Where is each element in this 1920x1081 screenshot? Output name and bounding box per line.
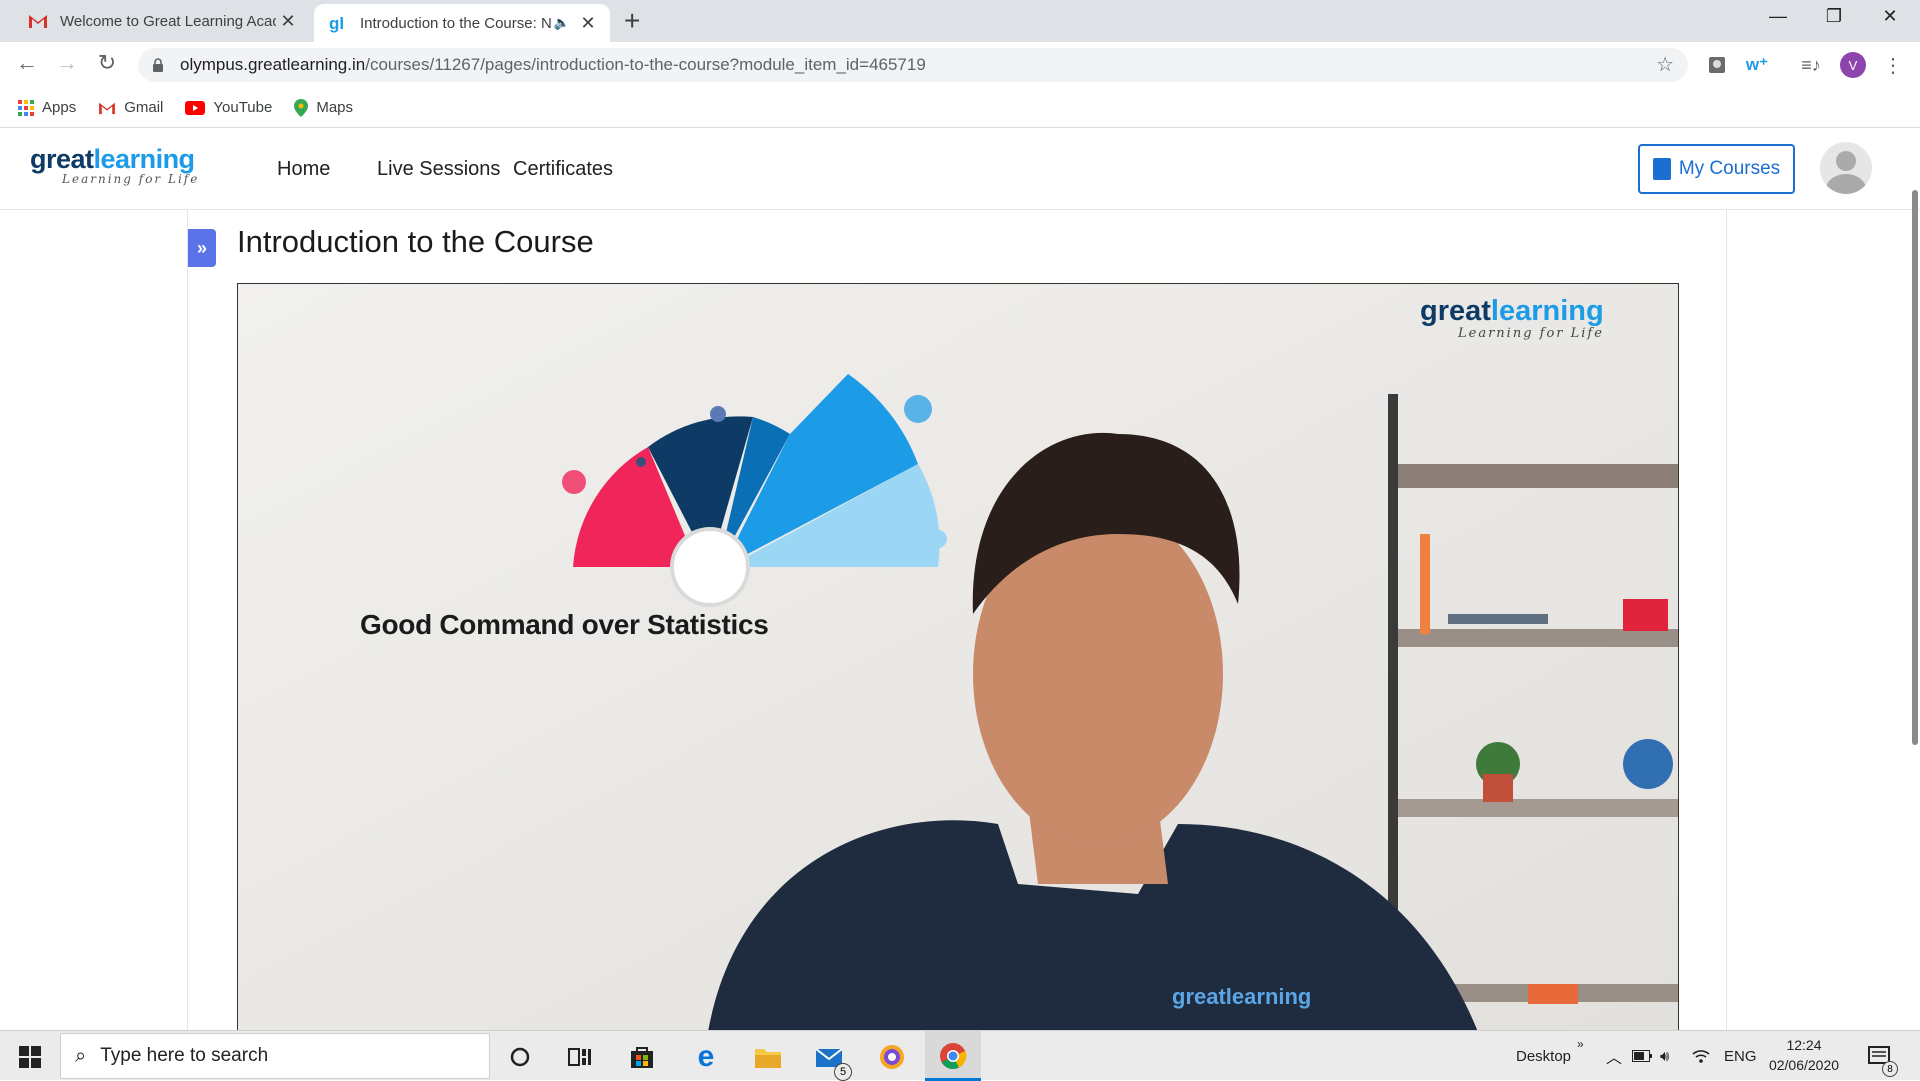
profile-initial: V [1840,52,1866,78]
nav-live-sessions[interactable]: Live Sessions [377,158,500,181]
store-icon[interactable] [626,1041,658,1073]
greatlearning-icon: gl [326,13,350,33]
video-caption: Good Command over Statistics [360,609,769,640]
back-icon[interactable]: ← [12,50,42,76]
mail-badge: 5 [834,1063,852,1081]
wordtune-extension-icon[interactable]: w⁺ [1744,52,1770,78]
bookmark-star-icon[interactable]: ☆ [1656,52,1674,77]
watermark-great: great [1420,295,1491,327]
url-text[interactable]: olympus.greatlearning.in/courses/11267/p… [180,55,926,75]
extension-icon[interactable] [1704,52,1730,78]
profile-avatar[interactable]: V [1840,52,1866,78]
browser-menu-icon[interactable]: ⋮ [1880,52,1906,78]
my-courses-button[interactable]: My Courses [1638,144,1795,194]
bookmark-label: Maps [316,99,354,116]
video-player[interactable]: Good Command over Statistics greatlearni… [237,283,1679,1031]
maximize-icon[interactable]: ❐ [1814,6,1854,27]
site-header: greatlearning Learning for Life Home Liv… [0,128,1920,210]
bookmark-youtube[interactable]: YouTube [185,99,272,116]
shirt-logo-text: greatlearning [1172,984,1312,1009]
brave-browser-icon[interactable] [876,1041,908,1073]
browser-tab-strip: Welcome to Great Learning Acad ✕ gl Intr… [0,0,1920,42]
watermark-tagline: Learning for Life [1458,326,1604,341]
forward-icon[interactable]: → [52,50,82,76]
watermark-learning: learning [1490,295,1604,327]
wifi-icon[interactable] [1692,1031,1710,1081]
minimize-icon[interactable]: — [1758,6,1798,27]
bookmark-label: YouTube [213,99,273,116]
new-tab-button[interactable]: + [624,7,640,35]
svg-text:gl: gl [329,14,344,33]
bookmark-apps[interactable]: Apps [18,99,76,116]
mail-icon[interactable]: 5 [814,1041,852,1081]
gmail-icon [26,13,50,29]
volume-icon[interactable]: 🔊︎ [1660,1031,1669,1081]
maps-pin-icon [294,98,309,117]
notification-badge: 8 [1882,1061,1898,1077]
video-frame [238,284,1678,1030]
address-bar[interactable]: olympus.greatlearning.in/courses/11267/p… [138,48,1688,82]
video-watermark-logo: greatlearning Learning for Life [1420,296,1604,341]
edge-icon[interactable]: e [690,1040,722,1073]
page-title: Introduction to the Course [237,224,594,259]
close-tab-icon[interactable]: ✕ [576,13,600,34]
media-control-icon[interactable]: ≡♪ [1798,52,1824,78]
browser-toolbar: ← → ↻ olympus.greatlearning.in/courses/1… [0,42,1920,88]
sidebar-toggle-button[interactable]: » [188,229,216,267]
task-view-icon[interactable] [564,1041,596,1073]
tab-title: Introduction to the Course: N [360,14,552,32]
nav-certificates[interactable]: Certificates [513,158,613,181]
desktop-label: Desktop [1516,1047,1572,1065]
speaker-icon[interactable]: 🔈 [554,15,570,31]
cortana-icon[interactable] [504,1041,536,1073]
tray-expand-chevron-icon: » [1577,1037,1584,1051]
bookmark-gmail[interactable]: Gmail [98,99,163,116]
windows-start-icon[interactable] [14,1041,46,1073]
search-placeholder: Type here to search [100,1045,269,1066]
user-avatar[interactable] [1820,142,1872,194]
clock-time: 12:24 [1786,1037,1822,1053]
tab-introduction[interactable]: gl Introduction to the Course: N 🔈 ✕ [314,4,610,42]
gmail-icon [98,101,116,115]
url-path: /courses/11267/pages/introduction-to-the… [365,55,926,74]
logo-learning: learning [93,144,196,174]
greatlearning-logo[interactable]: greatlearning Learning for Life [30,144,199,186]
chrome-icon [940,1043,967,1069]
close-window-icon[interactable]: ✕ [1870,6,1910,27]
bookmark-label: Apps [42,99,77,116]
bookmark-label: Gmail [124,99,164,116]
book-icon [1652,158,1671,180]
file-explorer-icon[interactable] [752,1041,784,1073]
apps-grid-icon [18,99,34,116]
logo-tagline: Learning for Life [62,172,200,186]
close-tab-icon[interactable]: ✕ [276,11,300,32]
battery-icon[interactable] [1632,1031,1652,1081]
clock-date: 02/06/2020 [1768,1057,1840,1073]
tray-overflow-icon[interactable]: ︿ [1606,1031,1622,1081]
language-indicator[interactable]: ENG [1724,1031,1757,1081]
clock[interactable]: 12:24 02/06/2020 [1766,1035,1842,1075]
page-scrollbar[interactable] [1912,190,1918,745]
tab-gmail[interactable]: Welcome to Great Learning Acad ✕ [14,0,310,42]
logo-great: great [30,144,94,174]
my-courses-label: My Courses [1678,158,1781,179]
windows-taskbar: ⌕ Type here to search e 5 Desktop » ︿ 🔊︎ [0,1030,1920,1081]
youtube-icon [185,100,206,115]
nav-home[interactable]: Home [277,158,330,181]
chrome-taskbar-active[interactable] [925,1031,981,1081]
bookmarks-bar: Apps Gmail YouTube Maps [0,88,1920,128]
reload-icon[interactable]: ↻ [92,50,122,76]
lock-icon [152,58,166,72]
taskbar-search-input[interactable]: ⌕ Type here to search [60,1033,490,1079]
notification-center-icon[interactable]: 8 [1864,1041,1898,1077]
tray-desktop-toolbar[interactable]: Desktop » [1516,1031,1584,1081]
search-icon: ⌕ [75,1044,87,1067]
url-host: olympus.greatlearning.in [180,55,366,74]
tab-title: Welcome to Great Learning Acad [60,12,276,30]
bookmark-maps[interactable]: Maps [294,98,354,117]
